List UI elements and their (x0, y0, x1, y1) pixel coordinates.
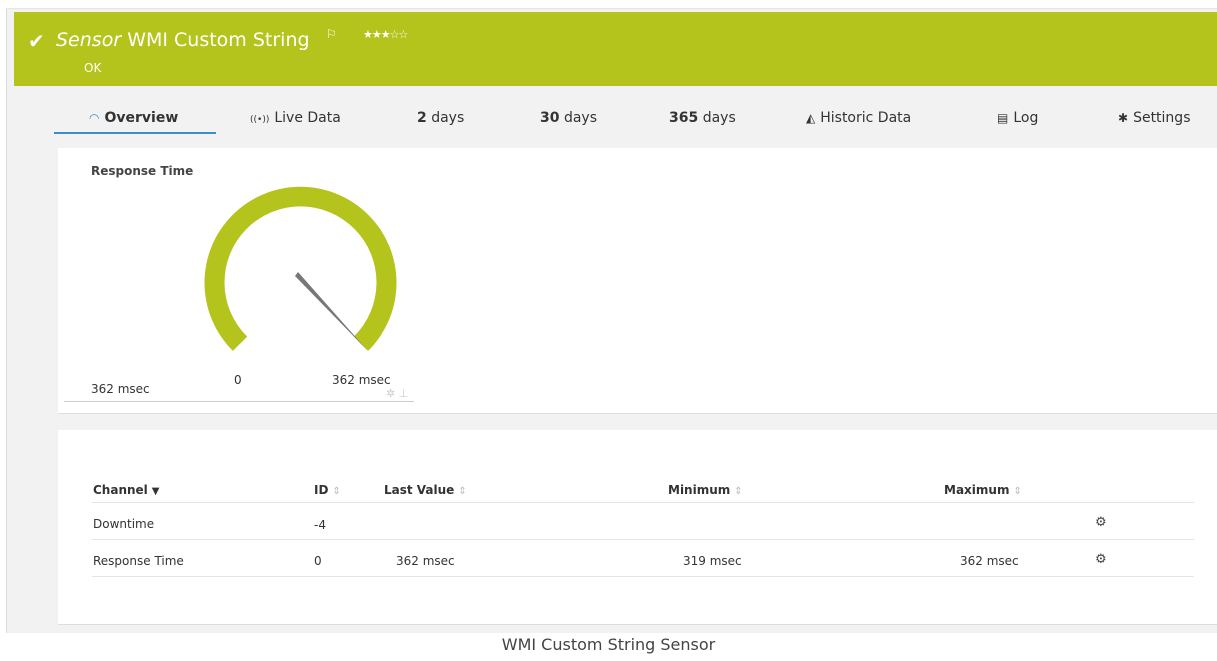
gauge-icon: ◠ (89, 111, 100, 125)
log-icon: ▤ (997, 111, 1009, 125)
tab-historic-data-label: Historic Data (820, 110, 912, 126)
sort-icon: ⇕ (332, 486, 341, 497)
pin-icon[interactable]: ⊥ (399, 387, 409, 400)
tab-overview-label: Overview (104, 110, 179, 126)
row-response-time-id: 0 (314, 554, 322, 568)
tab-2-days[interactable]: 2 days (417, 110, 464, 126)
col-channel[interactable]: Channel ▼ (93, 483, 160, 497)
sort-desc-icon: ▼ (151, 486, 160, 497)
col-minimum[interactable]: Minimum ⇕ (668, 483, 743, 497)
tab-live-data-label: Live Data (274, 110, 341, 126)
tab-settings[interactable]: ✱ Settings (1118, 110, 1190, 126)
tab-30-days-number: 30 (540, 110, 560, 126)
tab-365-days-number: 365 (669, 110, 699, 126)
col-minimum-label: Minimum (668, 483, 731, 497)
col-last-value[interactable]: Last Value ⇕ (384, 483, 467, 497)
figure-caption: WMI Custom String Sensor (501, 635, 716, 654)
row-response-time-channel[interactable]: Response Time (93, 554, 184, 568)
row-divider (92, 539, 1194, 540)
sensor-kind: Sensor (56, 29, 122, 51)
row-downtime-channel[interactable]: Downtime (93, 517, 154, 531)
col-maximum-label: Maximum (944, 483, 1010, 497)
gauge-divider (64, 401, 414, 402)
channels-panel: Channel ▼ ID ⇕ Last Value ⇕ Minimum ⇕ Maximu… (58, 430, 1217, 625)
gauge-min-label: 0 (234, 373, 242, 387)
tab-365-days-label: days (702, 110, 736, 126)
tab-log-label: Log (1013, 110, 1039, 126)
sort-icon: ⇕ (458, 486, 467, 497)
area-chart-icon: ◭ (806, 111, 816, 125)
sensor-title: Sensor WMI Custom String (56, 29, 310, 51)
sort-icon: ⇕ (734, 486, 743, 497)
col-id-label: ID (314, 483, 329, 497)
row-downtime-id: -4 (314, 518, 326, 532)
tab-365-days[interactable]: 365 days (669, 110, 736, 126)
gauge-needle (295, 272, 368, 351)
channel-settings-icon[interactable]: ⚙ (1095, 552, 1107, 567)
sensor-header: ✔ Sensor WMI Custom String ⚐ ★★★☆☆ OK (14, 12, 1217, 86)
tab-30-days[interactable]: 30 days (540, 110, 597, 126)
col-last-value-label: Last Value (384, 483, 455, 497)
row-divider (92, 576, 1194, 577)
tab-2-days-label: days (431, 110, 465, 126)
tab-bar: ◠ Overview ((•)) Live Data 2 days 30 days … (14, 96, 1217, 136)
active-tab-indicator (54, 132, 216, 134)
channel-settings-icon[interactable]: ⚙ (1095, 515, 1107, 530)
col-maximum[interactable]: Maximum ⇕ (944, 483, 1022, 497)
priority-stars[interactable]: ★★★☆☆ (363, 28, 408, 41)
tab-historic-data[interactable]: ◭ Historic Data (806, 110, 911, 126)
row-response-time-last: 362 msec (396, 554, 455, 568)
col-id[interactable]: ID ⇕ (314, 483, 341, 497)
row-response-time-max: 362 msec (960, 554, 1019, 568)
gauge-settings-icon[interactable]: ✲ (386, 387, 395, 400)
tab-overview[interactable]: ◠ Overview (89, 110, 178, 126)
tab-2-days-number: 2 (417, 110, 427, 126)
gauge-tools: ✲ ⊥ (386, 387, 408, 400)
tab-30-days-label: days (563, 110, 597, 126)
col-channel-label: Channel (93, 483, 148, 497)
status-label: OK (84, 61, 102, 75)
tab-settings-label: Settings (1133, 110, 1191, 126)
tab-log[interactable]: ▤ Log (997, 110, 1038, 126)
sensor-name: WMI Custom String (127, 29, 310, 51)
check-icon: ✔ (28, 29, 45, 53)
tab-live-data[interactable]: ((•)) Live Data (250, 110, 341, 126)
gauge-panel: Response Time 362 msec 0 362 msec ✲ ⊥ (58, 148, 1217, 414)
response-time-gauge (204, 186, 397, 351)
flag-icon[interactable]: ⚐ (326, 27, 337, 41)
sort-icon: ⇕ (1013, 486, 1022, 497)
header-divider (92, 502, 1194, 503)
live-icon: ((•)) (250, 115, 270, 125)
row-response-time-min: 319 msec (683, 554, 742, 568)
gauge-title: Response Time (91, 164, 194, 178)
gauge-value: 362 msec (91, 382, 150, 396)
gear-icon: ✱ (1118, 111, 1129, 125)
gauge-arc (204, 186, 397, 351)
gauge-max-label: 362 msec (332, 373, 391, 387)
